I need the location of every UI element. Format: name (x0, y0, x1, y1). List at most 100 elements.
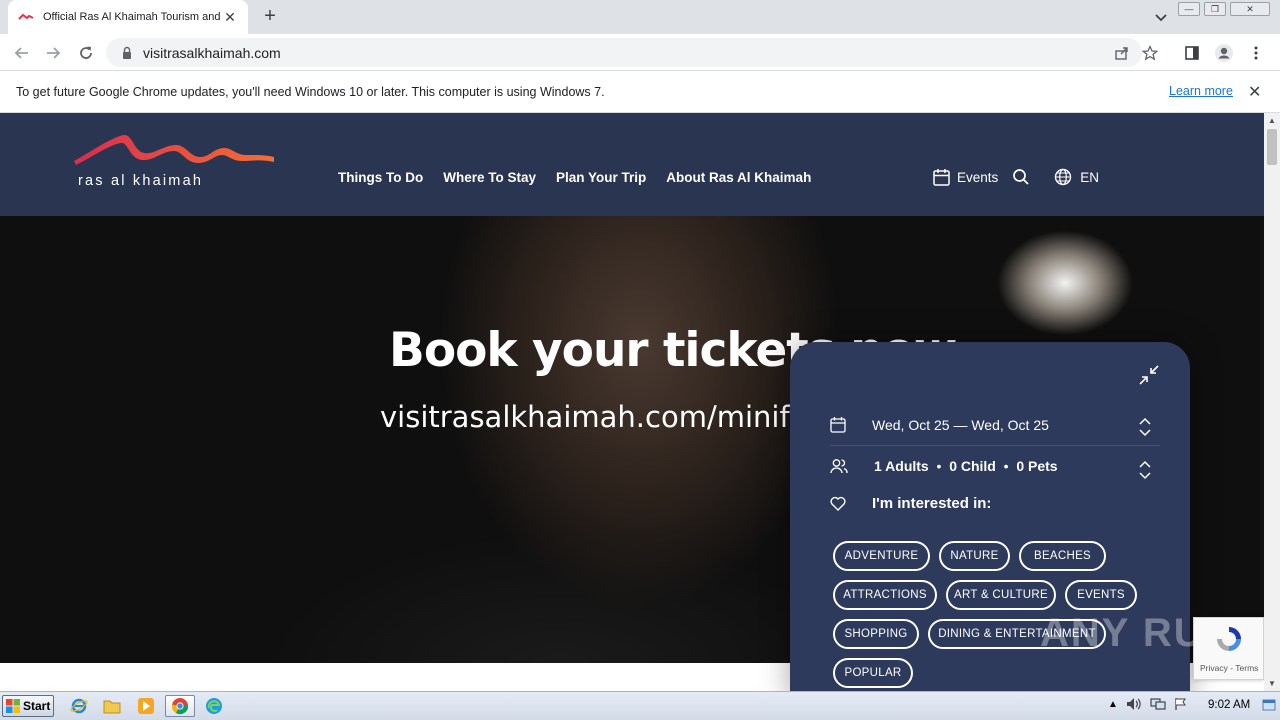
reload-icon (80, 46, 92, 59)
restore-button[interactable]: ❐ (1204, 2, 1226, 16)
language-selector[interactable]: EN (1080, 170, 1099, 185)
tag-shopping[interactable]: SHOPPING (833, 619, 919, 649)
tag-beaches[interactable]: BEACHES (1019, 541, 1106, 571)
bookmark-button[interactable] (1136, 38, 1164, 67)
page-viewport: ras al khaimah Things To Do Where To Sta… (0, 113, 1264, 691)
search-icon[interactable] (1012, 168, 1030, 186)
minimize-button[interactable]: — (1178, 2, 1200, 16)
globe-icon[interactable] (1054, 168, 1072, 186)
forward-button[interactable] (40, 40, 66, 66)
tab-title: Official Ras Al Khaimah Tourism and V (43, 11, 222, 23)
volume-icon[interactable] (1126, 697, 1142, 711)
site-header: ras al khaimah Things To Do Where To Sta… (0, 113, 1264, 216)
interests-row: I'm interested in: (830, 495, 991, 512)
share-icon (1115, 46, 1128, 60)
system-tray: ▲ (1108, 697, 1188, 711)
forward-arrow-icon (47, 47, 61, 59)
interests-title: I'm interested in: (872, 495, 992, 512)
guests-stepper-icon[interactable] (1138, 459, 1152, 481)
update-infobar: To get future Google Chrome updates, you… (0, 71, 1280, 113)
windows-logo-icon (6, 699, 20, 713)
tag-nature[interactable]: NATURE (939, 541, 1010, 571)
infobar-message: To get future Google Chrome updates, you… (16, 84, 605, 99)
nav-about-ras-al-khaimah[interactable]: About Ras Al Khaimah (666, 170, 811, 185)
share-button[interactable] (1108, 38, 1136, 67)
internet-explorer-icon (70, 698, 88, 714)
date-range-value: Wed, Oct 25 — Wed, Oct 25 (872, 416, 1049, 433)
adults-count: 1 Adults (874, 458, 929, 474)
kebab-menu-icon (1254, 46, 1258, 59)
profile-button[interactable] (1210, 38, 1238, 67)
recaptcha-badge[interactable]: Privacy - Terms (1193, 617, 1264, 680)
browser-tabstrip: Official Ras Al Khaimah Tourism and V ✕ … (0, 0, 1280, 34)
nav-where-to-stay[interactable]: Where To Stay (443, 170, 536, 185)
pets-count: 0 Pets (1016, 458, 1058, 474)
guests-row[interactable]: 1 Adults • 0 Child • 0 Pets (830, 458, 1058, 474)
tag-adventure[interactable]: ADVENTURE (833, 541, 930, 571)
guests-value: 1 Adults • 0 Child • 0 Pets (874, 458, 1058, 474)
scroll-thumb[interactable] (1267, 129, 1277, 165)
infobar-close-icon[interactable]: ✕ (1248, 82, 1261, 102)
events-link[interactable]: Events (957, 170, 998, 185)
back-button[interactable] (9, 40, 35, 66)
show-desktop-icon[interactable] (1262, 696, 1276, 716)
header-actions: Events EN (933, 168, 1099, 186)
new-tab-button[interactable]: + (258, 5, 282, 29)
network-icon[interactable] (1150, 697, 1166, 711)
rak-favicon-icon (18, 13, 34, 20)
page-scrollbar[interactable]: ▲ ▼ (1264, 113, 1280, 691)
hero-subtitle-url: visitrasalkhaimah.com/minifoo (380, 400, 826, 434)
date-stepper-icon[interactable] (1138, 416, 1152, 438)
nav-things-to-do[interactable]: Things To Do (338, 170, 423, 185)
taskbar-chrome[interactable] (165, 695, 195, 717)
reload-button[interactable] (73, 40, 99, 66)
side-panel-button[interactable] (1178, 38, 1206, 67)
calendar-icon (830, 417, 846, 433)
guests-icon (830, 459, 848, 474)
date-range-row[interactable]: Wed, Oct 25 — Wed, Oct 25 (830, 416, 1049, 433)
collapse-icon[interactable] (1138, 364, 1160, 386)
address-bar[interactable]: visitrasalkhaimah.com (106, 38, 1142, 67)
taskbar-ie[interactable] (64, 695, 94, 717)
taskbar-media-player[interactable] (131, 695, 161, 717)
star-icon (1142, 44, 1158, 61)
tab-search-chevron-icon[interactable] (1150, 6, 1172, 28)
back-arrow-icon (14, 47, 28, 59)
taskbar-edge[interactable] (199, 695, 229, 717)
tag-attractions[interactable]: ATTRACTIONS (833, 580, 937, 610)
recaptcha-logo-icon (1217, 627, 1241, 651)
widget-divider (830, 445, 1160, 446)
profile-avatar-icon (1215, 43, 1233, 62)
edge-icon (206, 698, 222, 714)
lock-icon[interactable] (120, 46, 134, 60)
taskbar-clock[interactable]: 9:02 AM (1208, 699, 1250, 711)
scroll-up-icon[interactable]: ▲ (1268, 116, 1276, 125)
separator-dot: • (1003, 458, 1009, 474)
media-player-icon (138, 698, 154, 714)
tag-art-culture[interactable]: ART & CULTURE (946, 580, 1056, 610)
learn-more-link[interactable]: Learn more (1169, 84, 1233, 98)
close-window-button[interactable]: ✕ (1230, 2, 1270, 16)
side-panel-icon (1185, 45, 1199, 60)
tag-popular[interactable]: POPULAR (833, 658, 913, 688)
windows-taskbar: Start ▲ 9:02 AM (0, 691, 1280, 720)
toolbar-right (1178, 38, 1270, 67)
main-navigation: Things To Do Where To Stay Plan Your Tri… (338, 170, 811, 185)
calendar-icon[interactable] (933, 168, 950, 186)
separator-dot: • (936, 458, 942, 474)
logo-text: ras al khaimah (78, 173, 204, 189)
browser-toolbar: visitrasalkhaimah.com (0, 34, 1280, 71)
chrome-menu-button[interactable] (1242, 38, 1270, 67)
browser-tab[interactable]: Official Ras Al Khaimah Tourism and V ✕ (8, 0, 248, 34)
start-button[interactable]: Start (2, 695, 54, 717)
nav-plan-your-trip[interactable]: Plan Your Trip (556, 170, 646, 185)
recaptcha-footer[interactable]: Privacy - Terms (1200, 663, 1258, 673)
start-label: Start (23, 699, 51, 713)
show-hidden-icons-icon[interactable]: ▲ (1108, 699, 1118, 710)
action-center-flag-icon[interactable] (1174, 697, 1188, 711)
url-text: visitrasalkhaimah.com (143, 44, 281, 61)
scroll-down-icon[interactable]: ▼ (1268, 679, 1276, 688)
tag-events[interactable]: EVENTS (1065, 580, 1137, 610)
tab-close-icon[interactable]: ✕ (222, 9, 238, 26)
taskbar-explorer[interactable] (97, 695, 127, 717)
